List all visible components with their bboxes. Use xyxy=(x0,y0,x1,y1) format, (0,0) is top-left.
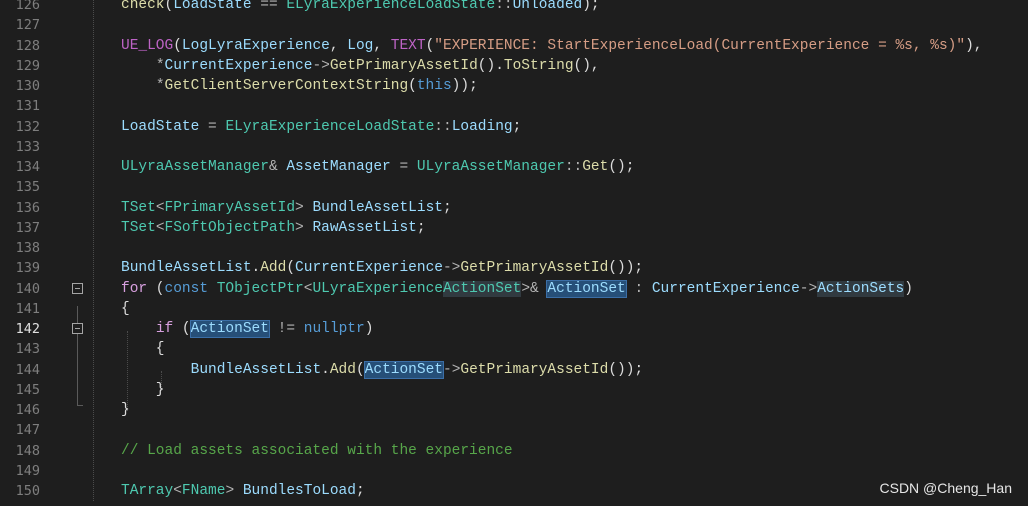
code-text[interactable]: *GetClientServerContextString(this)); xyxy=(121,76,478,96)
collapse-icon[interactable] xyxy=(72,282,83,294)
code-line[interactable]: 147 xyxy=(0,420,1028,440)
code-line[interactable]: 146 } xyxy=(0,400,1028,420)
line-number: 131 xyxy=(15,98,40,115)
line-number: 133 xyxy=(15,138,40,155)
line-number: 127 xyxy=(15,17,40,34)
line-number: 149 xyxy=(15,462,40,479)
code-line[interactable]: 150 TArray<FName> BundlesToLoad; xyxy=(0,481,1028,501)
line-number: 147 xyxy=(15,422,40,439)
collapse-icon[interactable] xyxy=(72,323,83,334)
code-line[interactable]: 131 xyxy=(0,96,1028,116)
line-number: 148 xyxy=(15,442,40,459)
watermark: CSDN @Cheng_Han xyxy=(879,480,1013,496)
line-number: 143 xyxy=(15,341,40,358)
code-text[interactable]: TSet<FSoftObjectPath> RawAssetList; xyxy=(121,218,426,238)
code-editor[interactable]: 126 check(LoadState == ELyraExperienceLo… xyxy=(0,0,1028,501)
line-number: 142 xyxy=(15,321,40,337)
code-line[interactable]: 137 TSet<FSoftObjectPath> RawAssetList; xyxy=(0,218,1028,238)
line-number: 150 xyxy=(15,483,40,499)
code-line[interactable]: 149 xyxy=(0,461,1028,481)
code-line[interactable]: 141 { xyxy=(0,299,1028,319)
code-line[interactable]: 143 { xyxy=(0,339,1028,359)
code-line[interactable]: 134 ULyraAssetManager& AssetManager = UL… xyxy=(0,157,1028,177)
code-text[interactable]: TArray<FName> BundlesToLoad; xyxy=(121,481,365,501)
code-text[interactable]: UE_LOG(LogLyraExperience, Log, TEXT("EXP… xyxy=(121,36,983,56)
code-comment[interactable]: // Load assets associated with the exper… xyxy=(121,441,513,461)
line-number: 126 xyxy=(15,0,40,13)
code-line[interactable]: 139 BundleAssetList.Add(CurrentExperienc… xyxy=(0,258,1028,278)
code-text[interactable]: BundleAssetList.Add(ActionSet->GetPrimar… xyxy=(121,360,643,380)
code-text[interactable]: TSet<FPrimaryAssetId> BundleAssetList; xyxy=(121,198,452,218)
line-number: 145 xyxy=(15,381,40,398)
code-line[interactable]: 140 for (const TObjectPtr<ULyraExperienc… xyxy=(0,279,1028,299)
code-text[interactable]: check(LoadState == ELyraExperienceLoadSt… xyxy=(121,0,600,15)
code-text[interactable]: *CurrentExperience->GetPrimaryAssetId().… xyxy=(121,56,600,76)
code-line-active[interactable]: 142 if (ActionSet != nullptr) xyxy=(0,319,1028,339)
code-line[interactable]: 148 // Load assets associated with the e… xyxy=(0,441,1028,461)
line-number: 135 xyxy=(15,179,40,196)
line-number: 140 xyxy=(15,280,40,297)
code-line[interactable]: 138 xyxy=(0,238,1028,258)
code-text[interactable]: { xyxy=(121,339,165,359)
code-text[interactable]: } xyxy=(121,400,130,420)
code-text[interactable]: BundleAssetList.Add(CurrentExperience->G… xyxy=(121,258,643,278)
code-text[interactable]: LoadState = ELyraExperienceLoadState::Lo… xyxy=(121,117,521,137)
line-number: 144 xyxy=(15,361,40,378)
line-number: 130 xyxy=(15,78,40,94)
code-line[interactable]: 132 LoadState = ELyraExperienceLoadState… xyxy=(0,117,1028,137)
code-line[interactable]: 144 BundleAssetList.Add(ActionSet->GetPr… xyxy=(0,360,1028,380)
line-number: 139 xyxy=(15,260,40,277)
line-number: 136 xyxy=(15,199,40,216)
code-line[interactable]: 129 *CurrentExperience->GetPrimaryAssetI… xyxy=(0,56,1028,76)
line-number: 129 xyxy=(15,57,40,74)
code-line[interactable]: 126 check(LoadState == ELyraExperienceLo… xyxy=(0,0,1028,15)
line-number: 141 xyxy=(15,300,40,317)
line-number: 138 xyxy=(15,240,40,256)
code-text[interactable]: } xyxy=(121,380,165,400)
code-line[interactable]: 130 *GetClientServerContextString(this))… xyxy=(0,76,1028,96)
code-text[interactable]: ULyraAssetManager& AssetManager = ULyraA… xyxy=(121,157,634,177)
code-line[interactable]: 133 xyxy=(0,137,1028,157)
line-number: 137 xyxy=(15,219,40,236)
code-line[interactable]: 127 xyxy=(0,15,1028,35)
line-number: 128 xyxy=(15,37,40,54)
line-number: 134 xyxy=(15,159,40,175)
line-number: 146 xyxy=(15,402,40,418)
code-text[interactable]: if (ActionSet != nullptr) xyxy=(121,319,373,339)
code-line[interactable]: 128 UE_LOG(LogLyraExperience, Log, TEXT(… xyxy=(0,36,1028,56)
code-text[interactable]: { xyxy=(121,299,130,319)
code-line[interactable]: 145 } xyxy=(0,380,1028,400)
code-line[interactable]: 135 xyxy=(0,177,1028,197)
code-line[interactable]: 136 TSet<FPrimaryAssetId> BundleAssetLis… xyxy=(0,198,1028,218)
line-number: 132 xyxy=(15,118,40,135)
code-text[interactable]: for (const TObjectPtr<ULyraExperienceAct… xyxy=(121,279,913,299)
